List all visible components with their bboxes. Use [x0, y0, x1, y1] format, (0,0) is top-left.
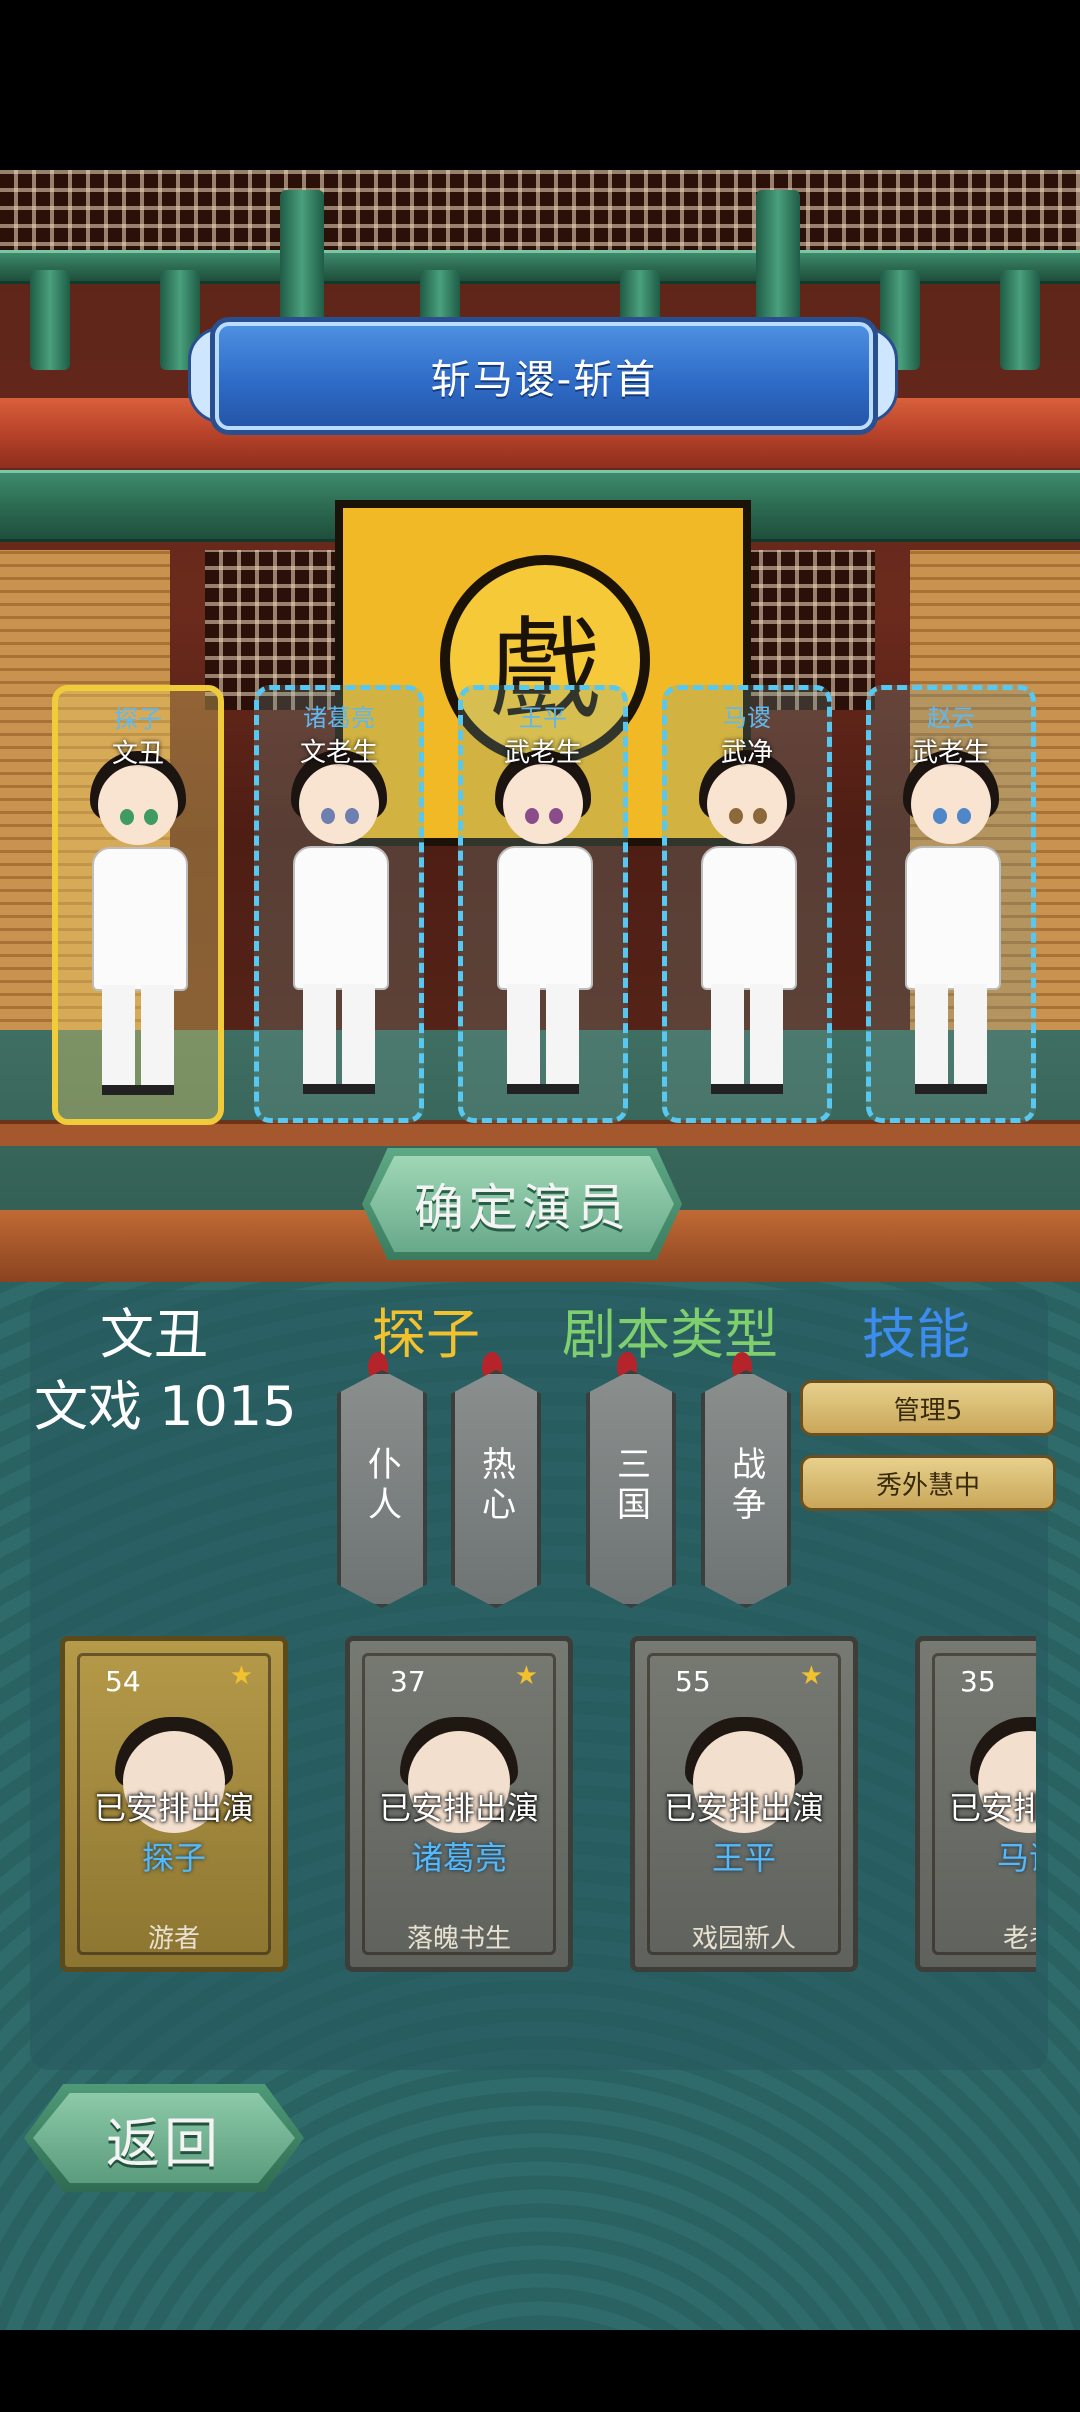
slot-role-name: 诸葛亮	[303, 704, 375, 732]
actor-eye	[120, 809, 134, 825]
actor-eye	[753, 808, 767, 824]
actor-costume	[293, 846, 389, 990]
actor-eye	[345, 808, 359, 824]
back-button[interactable]: 返回	[24, 2084, 304, 2192]
header-skill: 技能	[862, 1303, 970, 1366]
top-black-bar	[0, 0, 1080, 170]
actor-face	[707, 764, 787, 844]
skill-badge[interactable]: 管理5	[800, 1380, 1056, 1436]
card-actor-name: 王平	[711, 1839, 776, 1877]
actor-legs	[915, 984, 987, 1094]
slot-role-type: 文老生	[299, 738, 378, 768]
card-actor-name: 探子	[141, 1839, 206, 1877]
card-actor-name: 马谡	[996, 1839, 1036, 1877]
actor-slot[interactable]: 诸葛亮 文老生	[254, 685, 424, 1123]
actor-figure	[485, 750, 601, 1100]
actor-card[interactable]: 54 ★ 已安排出演探子游者	[60, 1636, 288, 1972]
card-level: 37	[390, 1665, 426, 1698]
actor-card[interactable]: 35★已安排出演马谡老考	[915, 1636, 1036, 1972]
script-tag: 三国	[586, 1370, 676, 1608]
actor-eye	[144, 809, 158, 825]
actor-costume	[905, 846, 1001, 990]
actor-face	[299, 764, 379, 844]
card-level: 54	[105, 1665, 141, 1698]
actor-costume	[92, 847, 188, 991]
confirm-actors-button[interactable]: 确定演员	[362, 1148, 682, 1260]
star-icon: ★	[514, 1661, 538, 1691]
actor-eye	[729, 808, 743, 824]
actor-eye	[321, 808, 335, 824]
slot-role-type: 文丑	[111, 739, 164, 769]
star-icon: ★	[229, 1661, 253, 1691]
railing-post	[1000, 270, 1040, 370]
actor-figure	[689, 750, 805, 1100]
actor-legs	[102, 985, 174, 1095]
slot-role-type: 武老生	[911, 738, 990, 768]
slot-role-name: 赵云	[927, 704, 975, 732]
actor-face	[503, 764, 583, 844]
actor-slot[interactable]: 王平 武老生	[458, 685, 628, 1123]
card-level: 35	[960, 1665, 996, 1698]
actor-figure	[893, 750, 1009, 1100]
actor-slot[interactable]: 赵云 武老生	[866, 685, 1036, 1123]
selected-role-type: 文丑	[100, 1303, 208, 1366]
card-status: 已安排出演	[93, 1789, 254, 1827]
card-actor-name: 诸葛亮	[410, 1839, 507, 1877]
card-actor-title: 游者	[147, 1924, 200, 1954]
card-level: 55	[675, 1665, 711, 1698]
actor-figure	[80, 751, 196, 1101]
actor-slot[interactable]: 马谡 武净	[662, 685, 832, 1123]
actor-card[interactable]: 37 ★ 已安排出演诸葛亮落魄书生	[345, 1636, 573, 1972]
slot-role-name: 王平	[519, 704, 567, 732]
star-icon: ★	[799, 1661, 823, 1691]
bottom-black-bar	[0, 2330, 1080, 2412]
actor-eye	[549, 808, 563, 824]
slot-role-name: 马谡	[723, 704, 771, 732]
upper-lattice	[0, 170, 1080, 260]
actor-face	[98, 765, 178, 845]
slot-role-name: 探子	[114, 705, 162, 733]
card-actor-title: 老考	[1002, 1924, 1036, 1954]
card-status: 已安排出演	[948, 1789, 1036, 1827]
play-title: 斩马谡-斩首	[430, 357, 658, 403]
actor-card-list[interactable]: 54 ★ 已安排出演探子游者 37 ★ 已安排出演诸葛亮落魄书生 55 ★ 已安排出演王平戏园新…	[0, 1620, 1036, 1980]
actor-slot[interactable]: 探子 文丑	[52, 685, 224, 1125]
selected-play-info: 文戏 1015	[34, 1375, 297, 1438]
back-label: 返回	[106, 2111, 222, 2175]
actor-eye	[525, 808, 539, 824]
actor-legs	[507, 984, 579, 1094]
trait-tag: 仆人	[337, 1370, 427, 1608]
actor-face	[911, 764, 991, 844]
card-status: 已安排出演	[378, 1789, 539, 1827]
actor-card[interactable]: 55 ★ 已安排出演王平戏园新人	[630, 1636, 858, 1972]
header-role-name: 探子	[372, 1303, 480, 1366]
card-actor-title: 落魄书生	[406, 1924, 511, 1954]
actor-figure	[281, 750, 397, 1100]
play-title-banner: 斩马谡-斩首	[215, 322, 873, 430]
slot-role-type: 武净	[720, 738, 773, 768]
actor-costume	[701, 846, 797, 990]
actor-eye	[957, 808, 971, 824]
actor-eye	[933, 808, 947, 824]
trait-tag: 热心	[451, 1370, 541, 1608]
railing-post	[30, 270, 70, 370]
script-tag: 战争	[701, 1370, 791, 1608]
actor-legs	[711, 984, 783, 1094]
confirm-actors-label: 确定演员	[414, 1179, 630, 1237]
slot-role-type: 武老生	[503, 738, 582, 768]
card-actor-title: 戏园新人	[691, 1924, 796, 1954]
actor-costume	[497, 846, 593, 990]
skill-badge[interactable]: 秀外慧中	[800, 1455, 1056, 1511]
card-status: 已安排出演	[663, 1789, 824, 1827]
actor-legs	[303, 984, 375, 1094]
